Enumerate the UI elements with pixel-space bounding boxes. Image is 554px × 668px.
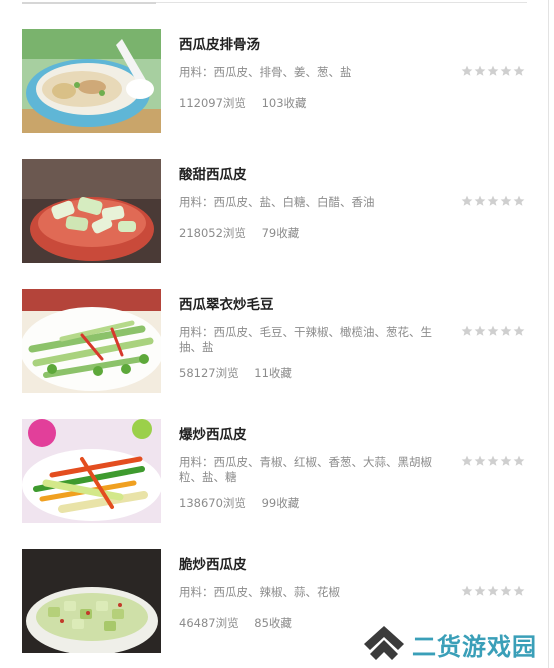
list-item[interactable]: 西瓜翠衣炒毛豆 用料：西瓜皮、毛豆、干辣椒、橄榄油、葱花、生抽、盐 58127浏… xyxy=(22,289,527,393)
star-icon xyxy=(474,585,486,597)
recipe-stats: 58127浏览 11收藏 xyxy=(179,365,292,381)
favorites-count: 11收藏 xyxy=(254,366,292,380)
star-icon xyxy=(487,65,499,77)
star-icon xyxy=(513,325,525,337)
recipe-stats: 138670浏览 99收藏 xyxy=(179,495,299,511)
ingredients-text: 用料：西瓜皮、毛豆、干辣椒、橄榄油、葱花、生抽、盐 xyxy=(179,325,432,354)
ingredients-text: 用料：西瓜皮、盐、白糖、白醋、香油 xyxy=(179,195,375,209)
star-icon xyxy=(461,325,473,337)
star-icon xyxy=(461,65,473,77)
ingredients-text: 用料：西瓜皮、辣椒、蒜、花椒 xyxy=(179,585,340,599)
recipe-title[interactable]: 酸甜西瓜皮 xyxy=(179,163,247,183)
recipe-stats: 46487浏览 85收藏 xyxy=(179,615,292,631)
recipe-thumbnail[interactable] xyxy=(22,29,161,133)
recipe-title[interactable]: 西瓜翠衣炒毛豆 xyxy=(179,293,274,313)
star-icon xyxy=(513,585,525,597)
favorites-count: 99收藏 xyxy=(261,496,300,510)
star-icon xyxy=(513,195,525,207)
recipe-thumbnail[interactable] xyxy=(22,159,161,263)
star-icon xyxy=(500,455,512,467)
star-icon xyxy=(474,455,486,467)
list-item[interactable]: 爆炒西瓜皮 用料：西瓜皮、青椒、红椒、香葱、大蒜、黑胡椒粒、盐、糖 138670… xyxy=(22,419,527,523)
views-count: 138670浏览 xyxy=(179,496,246,510)
star-icon xyxy=(461,585,473,597)
views-count: 112097浏览 xyxy=(179,96,246,110)
favorites-count: 85收藏 xyxy=(254,616,292,630)
star-icon xyxy=(474,325,486,337)
star-icon xyxy=(487,585,499,597)
star-icon xyxy=(461,195,473,207)
recipe-thumbnail[interactable] xyxy=(22,549,161,653)
list-item[interactable]: 西瓜皮排骨汤 用料：西瓜皮、排骨、姜、葱、盐 112097浏览 103收藏 xyxy=(22,29,527,133)
star-icon xyxy=(487,195,499,207)
star-icon xyxy=(500,325,512,337)
star-icon xyxy=(461,455,473,467)
star-icon xyxy=(500,65,512,77)
rating-stars xyxy=(461,322,527,337)
rating-stars xyxy=(461,582,527,597)
recipe-stats: 112097浏览 103收藏 xyxy=(179,95,307,111)
list-item[interactable]: 酸甜西瓜皮 用料：西瓜皮、盐、白糖、白醋、香油 218052浏览 79收藏 xyxy=(22,159,527,263)
recipe-thumbnail[interactable] xyxy=(22,419,161,523)
rating-stars xyxy=(461,62,527,77)
star-icon xyxy=(513,455,525,467)
recipe-stats: 218052浏览 79收藏 xyxy=(179,225,299,241)
recipe-title[interactable]: 西瓜皮排骨汤 xyxy=(179,33,260,53)
ingredients-text: 用料：西瓜皮、排骨、姜、葱、盐 xyxy=(179,65,352,79)
star-icon xyxy=(500,585,512,597)
star-icon xyxy=(474,65,486,77)
star-icon xyxy=(474,195,486,207)
star-icon xyxy=(487,325,499,337)
watermark-logo-icon xyxy=(362,624,406,662)
watermark-text: 二货游戏园 xyxy=(412,633,537,661)
star-icon xyxy=(487,455,499,467)
views-count: 58127浏览 xyxy=(179,366,239,380)
rating-stars xyxy=(461,192,527,207)
recipe-list-panel: 西瓜皮排骨汤 用料：西瓜皮、排骨、姜、葱、盐 112097浏览 103收藏 酸甜… xyxy=(0,0,549,668)
recipe-thumbnail[interactable] xyxy=(22,289,161,393)
recipe-title[interactable]: 脆炒西瓜皮 xyxy=(179,553,247,573)
favorites-count: 79收藏 xyxy=(261,226,300,240)
ingredients-text: 用料：西瓜皮、青椒、红椒、香葱、大蒜、黑胡椒粒、盐、糖 xyxy=(179,455,432,484)
views-count: 46487浏览 xyxy=(179,616,239,630)
views-count: 218052浏览 xyxy=(179,226,246,240)
recipe-title[interactable]: 爆炒西瓜皮 xyxy=(179,423,247,443)
site-watermark: 二货游戏园 xyxy=(360,624,554,664)
rating-stars xyxy=(461,452,527,467)
top-divider xyxy=(22,2,527,4)
favorites-count: 103收藏 xyxy=(261,96,307,110)
star-icon xyxy=(513,65,525,77)
star-icon xyxy=(500,195,512,207)
